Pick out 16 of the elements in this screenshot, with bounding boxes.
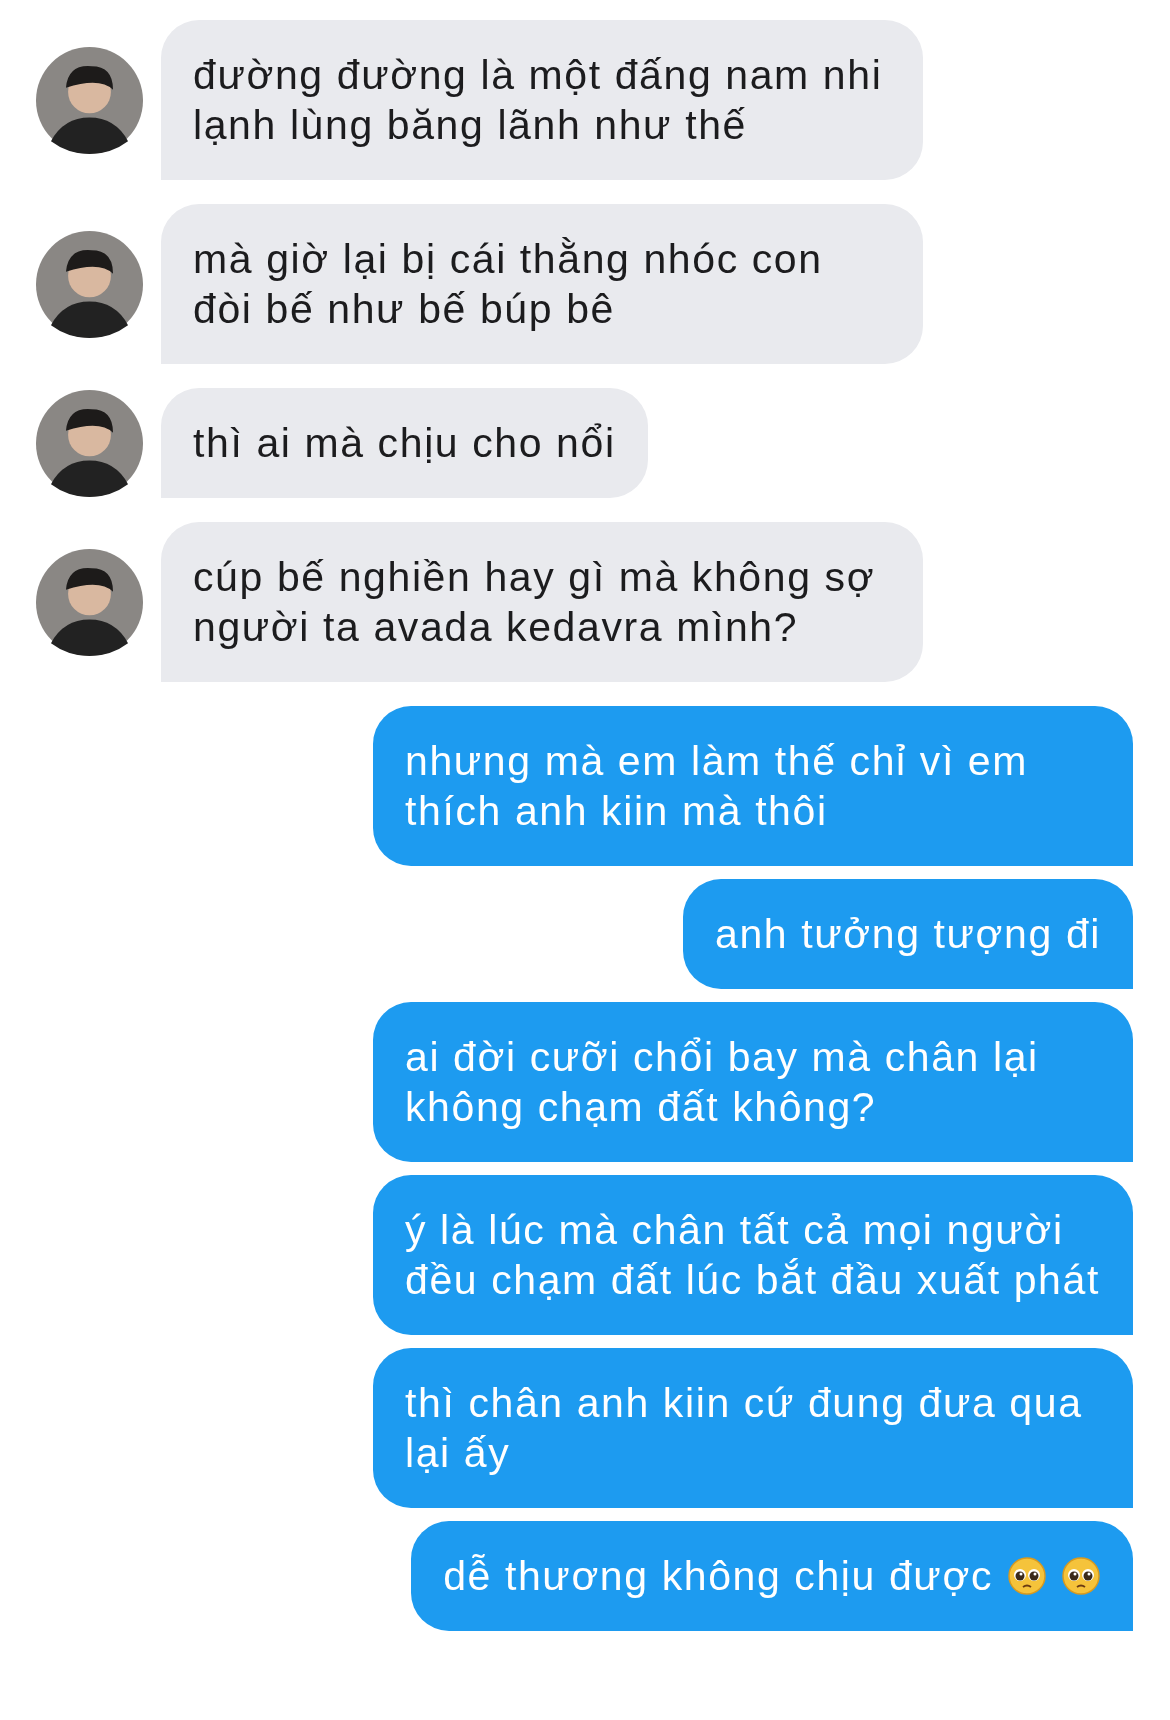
avatar[interactable] [36,230,143,338]
message-bubble: thì chân anh kiin cứ đung đưa qua lại ấy [373,1348,1133,1508]
message-bubble: mà giờ lại bị cái thằng nhóc con đòi bế như bế búp bê [161,204,923,364]
avatar[interactable] [36,548,143,656]
pleading-face-icon [1007,1556,1047,1596]
message-bubble: cúp bế nghiền hay gì mà không sợ người ta avada kedavra mình? [161,522,923,682]
avatar[interactable] [36,389,143,497]
message-bubble: ai đời cưỡi chổi bay mà chân lại không chạm đất không? [373,1002,1133,1162]
avatar[interactable] [36,46,143,154]
message-bubble: anh tưởng tượng đi [683,879,1133,989]
message-bubble: ý là lúc mà chân tất cả mọi người đều chạm đất lúc bắt đầu xuất phát [373,1175,1133,1335]
pleading-face-icon [1061,1556,1101,1596]
message-bubble: nhưng mà em làm thế chỉ vì em thích anh kiin mà thôi [373,706,1133,866]
message-bubble: dễ thương không chịu được [411,1521,1133,1631]
message-bubble: thì ai mà chịu cho nổi [161,388,648,498]
message-bubble: đường đường là một đấng nam nhi lạnh lùng băng lãnh như thế [161,20,923,180]
